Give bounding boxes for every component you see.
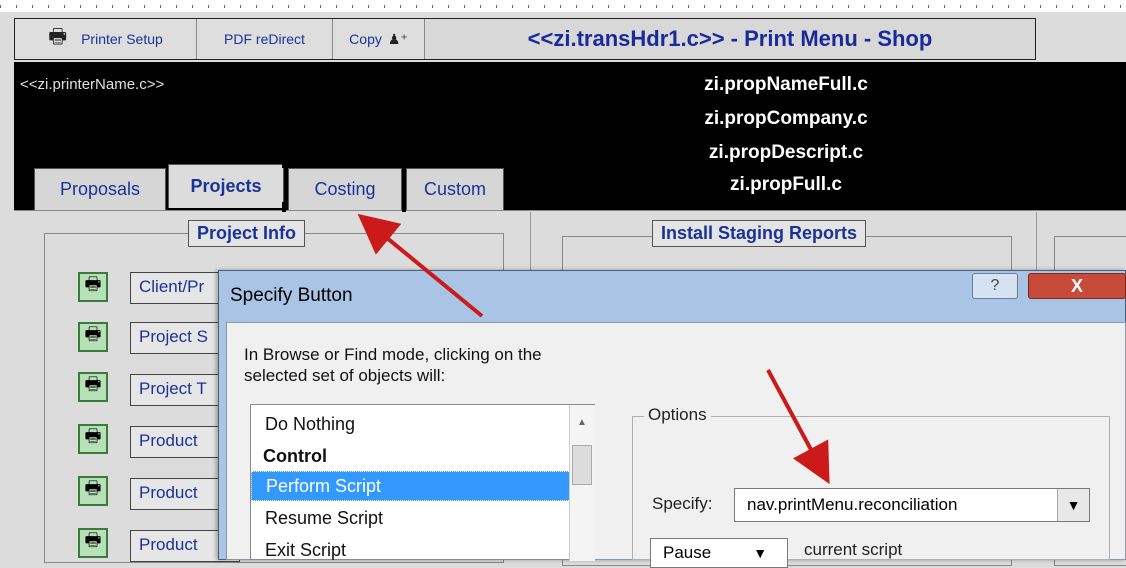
annotation-arrows: [357, 213, 830, 485]
arrow-to-specify-field: [766, 369, 830, 485]
arrow-to-costing-tab: [357, 213, 484, 318]
